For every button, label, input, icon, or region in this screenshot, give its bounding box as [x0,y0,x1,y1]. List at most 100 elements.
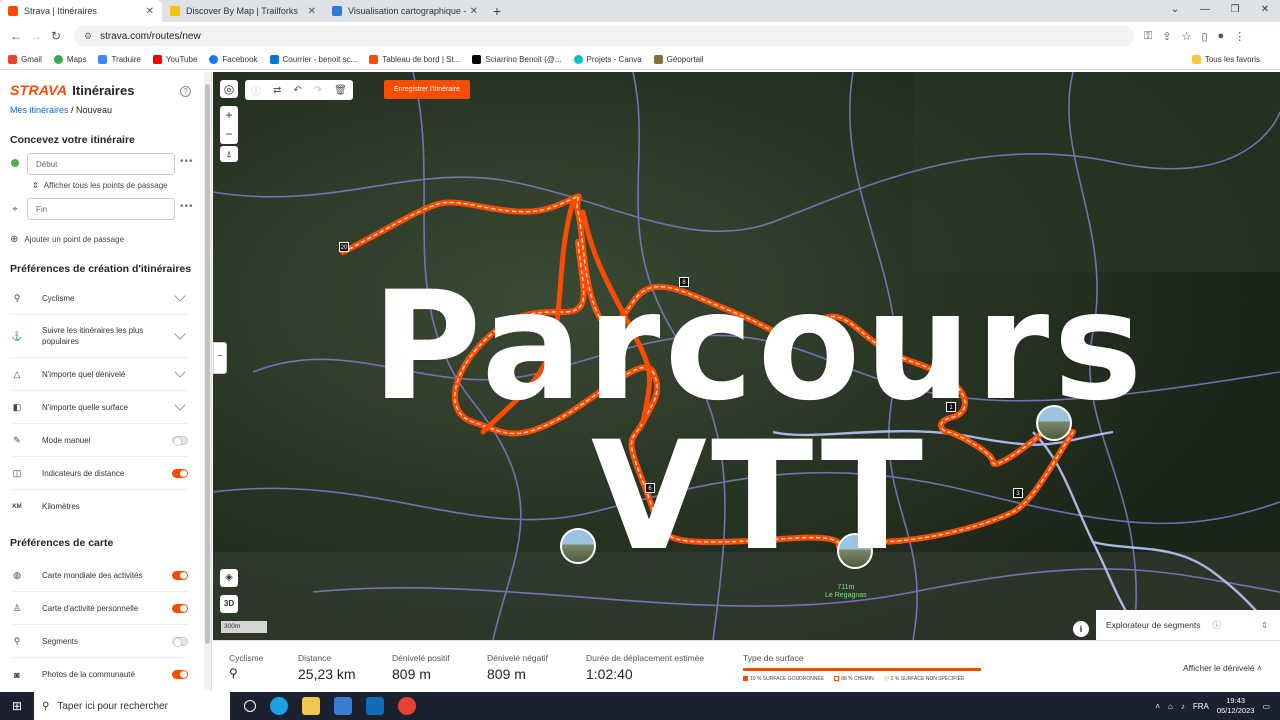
info-circle-icon[interactable]: ⓘ [251,83,261,98]
bookmark-x[interactable]: Sciarrino Benoit (@... [472,55,562,64]
bookmark-canva[interactable]: Projets - Canva [573,55,642,64]
route-map[interactable]: ◎ + − ⍋ ⓘ ⇄ ↶ ↷ 🗑 Enregistrer l'itinérai… [213,72,1280,640]
file-explorer-icon[interactable] [302,697,320,715]
zoom-in-button[interactable]: + [220,106,238,125]
breadcrumb-my-routes[interactable]: Mes itinéraires [10,105,69,115]
maximize-icon[interactable]: ❐ [1220,0,1250,22]
community-photos-toggle[interactable] [172,670,188,679]
bookmark-strava[interactable]: Tableau de bord | St... [369,55,460,64]
profile-icon[interactable]: ● [1218,30,1225,43]
add-waypoint-button[interactable]: ⊕ Ajouter un point de passage [10,234,124,245]
scrollbar-thumb[interactable] [205,84,210,644]
clock-time: 19:43 [1226,696,1246,705]
stat-activity[interactable]: Cyclisme ⚲ [229,653,263,680]
segment-explorer-panel[interactable]: Explorateur de segments ⓘ ⇕ [1096,610,1280,640]
notifications-icon[interactable]: ▭ [1262,702,1270,711]
stat-value: 809 m [487,666,526,682]
compass-icon[interactable]: ⍋ [220,146,238,162]
clock[interactable]: 19:43 05/12/2023 [1217,696,1255,716]
more-icon[interactable]: ••• [180,156,194,167]
3d-toggle-button[interactable]: 3D [220,595,238,613]
tab-strava[interactable]: Strava | Itinéraires ✕ [0,0,162,22]
bookmark-facebook[interactable]: Facebook [209,55,258,64]
start-input[interactable]: Début [27,153,175,175]
store-icon[interactable] [334,697,352,715]
volume-icon[interactable]: ♪ [1181,702,1185,711]
sidepanel-icon[interactable]: ▯ [1201,30,1207,43]
new-tab-button[interactable]: + [486,0,508,22]
pref-distance-markers: ◫ Indicateurs de distance [10,457,188,490]
expand-icon[interactable]: ⇕ [1261,620,1268,631]
windows-start-icon[interactable]: ⊞ [0,699,34,713]
pref-elevation[interactable]: △ N'importe quel dénivelé [10,358,188,391]
show-waypoints-link[interactable]: ⇕ Afficher tous les points de passage [32,181,168,190]
info-circle-icon[interactable]: ⓘ [1213,619,1222,631]
pref-cycling[interactable]: ⚲ Cyclisme [10,282,188,315]
info-icon[interactable]: i [1073,621,1089,637]
locate-icon[interactable]: ◎ [220,80,238,98]
zoom-out-button[interactable]: − [220,125,238,144]
pref-units[interactable]: KM Kilomètres [10,490,188,523]
close-icon[interactable]: ✕ [146,6,154,17]
layers-icon[interactable]: ◈ [220,569,238,587]
menu-icon[interactable]: ⋮ [1234,30,1245,43]
legend-label: 2 % SURFACE NON SPÉCIFIÉE [890,676,965,682]
bookmark-mail[interactable]: Courrier - benoit sc... [269,55,357,64]
taskbar-search-input[interactable]: ⚲ Taper ici pour rechercher [34,692,230,720]
bookmark-geoportail[interactable]: Géoportail [653,55,704,64]
chrome-icon[interactable] [398,697,416,715]
forest-area [913,72,1280,272]
minimize-icon[interactable]: — [1190,0,1220,22]
section-title-route-prefs: Préférences de création d'itinéraires [10,263,192,275]
end-input[interactable]: Fin [27,198,175,220]
bookmark-youtube[interactable]: YouTube [152,55,197,64]
global-heatmap-toggle[interactable] [172,570,188,580]
segments-toggle[interactable] [172,636,188,647]
reverse-icon[interactable]: ⇄ [273,85,281,96]
edge-icon[interactable] [270,697,288,715]
sidebar-scrollbar[interactable] [204,72,211,690]
collapse-sidebar-button[interactable]: − [213,342,227,374]
trash-icon[interactable]: 🗑 [334,85,347,96]
strava-logo[interactable]: STRAVA [10,82,67,98]
bookmark-gmail[interactable]: Gmail [8,55,42,64]
tab-trailforks[interactable]: Discover By Map | Trailforks ✕ [162,0,324,22]
tab-visualisation[interactable]: Visualisation cartographique - G ✕ [324,0,486,22]
save-route-button[interactable]: Enregistrer l'itinéraire [384,80,470,99]
distance-markers-toggle[interactable] [172,468,188,478]
close-icon[interactable]: ✕ [470,6,478,17]
network-icon[interactable]: ⌂ [1168,702,1173,711]
chevron-down-icon[interactable]: ⌄ [1160,0,1190,22]
mail-icon[interactable] [366,697,384,715]
start-dot-icon [11,159,19,167]
bookmark-maps[interactable]: Maps [53,55,86,64]
task-view-icon[interactable] [244,700,256,712]
star-icon[interactable]: ☆ [1182,30,1192,43]
translate-icon [98,55,108,64]
close-icon[interactable]: ✕ [308,6,316,17]
bookmark-translate[interactable]: Traduire [98,55,141,64]
more-icon[interactable]: ••• [180,201,194,212]
address-bar-row: ← → ↻ ⚙ strava.com/routes/new ⚿ ⇪ ☆ ▯ ● … [0,22,1280,50]
personal-heatmap-toggle[interactable] [172,603,188,613]
show-elevation-button[interactable]: Afficher le dénivelé ˄ [1183,663,1262,673]
bookmarks-bar: Gmail Maps Traduire YouTube Facebook Cou… [0,50,1280,70]
back-icon[interactable]: ← [6,29,26,43]
url-input[interactable]: ⚙ strava.com/routes/new [74,26,1134,46]
pref-surface[interactable]: ◧ N'importe quelle surface [10,391,188,424]
reload-icon[interactable]: ↻ [46,29,66,43]
undo-icon[interactable]: ↶ [293,85,301,96]
share-icon[interactable]: ⇪ [1162,30,1171,43]
help-icon[interactable]: ? [180,86,191,97]
forward-icon[interactable]: → [26,29,46,43]
pref-community-photos: ◙ Photos de la communauté [10,658,188,691]
redo-icon[interactable]: ↷ [314,85,322,96]
language-indicator[interactable]: FRA [1193,702,1209,711]
close-window-icon[interactable]: ✕ [1250,0,1280,22]
site-info-icon[interactable]: ⚙ [84,31,92,42]
manual-mode-toggle[interactable] [172,435,188,446]
chevron-up-icon[interactable]: ˄ [1155,702,1160,711]
all-bookmarks[interactable]: Tous les favoris [1191,55,1260,64]
password-icon[interactable]: ⚿ [1144,30,1152,43]
pref-popular[interactable]: ⚓ Suivre les itinéraires les plus populai… [10,315,188,358]
